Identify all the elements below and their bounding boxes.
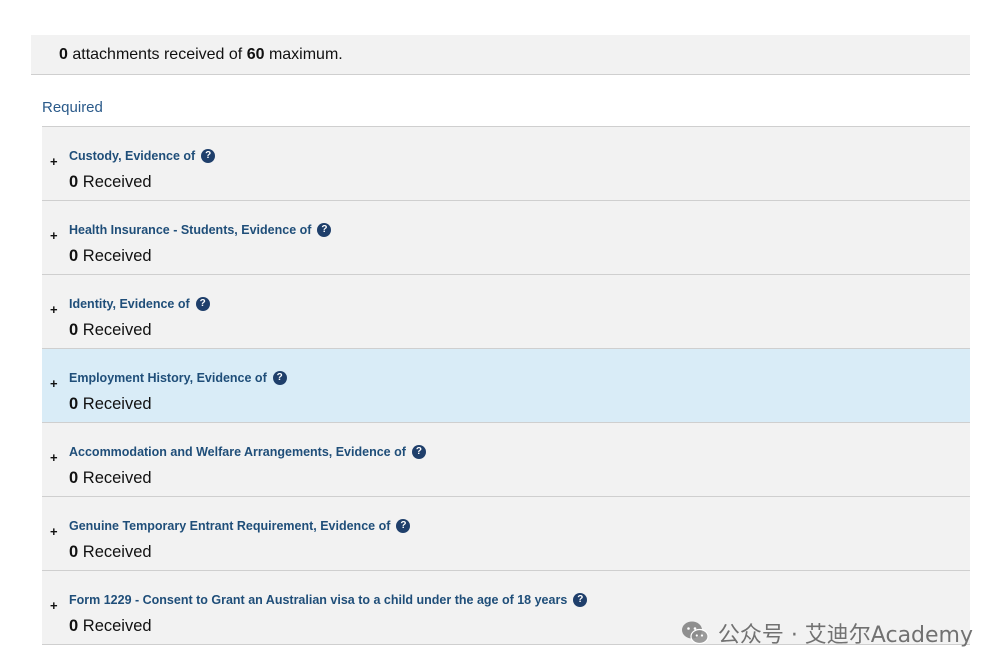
attachment-title-link[interactable]: Genuine Temporary Entrant Requirement, E… <box>69 519 390 533</box>
received-count: 0 <box>69 617 79 635</box>
maximum-count: 60 <box>246 45 265 63</box>
attachment-item-custody[interactable]: + Custody, Evidence of ? 0 Received <box>42 127 970 201</box>
summary-text-end: maximum. <box>268 45 343 63</box>
received-status: 0 Received <box>69 173 152 192</box>
plus-icon[interactable]: + <box>50 451 58 465</box>
received-count: 0 <box>69 247 79 265</box>
received-count: 0 <box>69 543 79 561</box>
attachment-title-link[interactable]: Identity, Evidence of <box>69 297 190 311</box>
attachment-title-link[interactable]: Custody, Evidence of <box>69 149 195 163</box>
received-status: 0 Received <box>69 247 152 266</box>
help-circle-icon[interactable]: ? <box>195 297 210 311</box>
attachment-title-row: Genuine Temporary Entrant Requirement, E… <box>69 519 411 533</box>
received-label: Received <box>82 321 152 339</box>
plus-icon[interactable]: + <box>50 229 58 243</box>
attachment-title-link[interactable]: Health Insurance - Students, Evidence of <box>69 223 311 237</box>
received-status: 0 Received <box>69 395 152 414</box>
attachment-title-row: Custody, Evidence of ? <box>69 149 216 163</box>
summary-text: attachments received of <box>72 45 243 63</box>
attachment-title-link[interactable]: Employment History, Evidence of <box>69 371 267 385</box>
required-attachments-list: + Custody, Evidence of ? 0 Received + He… <box>42 126 970 645</box>
received-label: Received <box>82 247 152 265</box>
attachment-title-row: Identity, Evidence of ? <box>69 297 210 311</box>
help-circle-icon[interactable]: ? <box>317 223 332 237</box>
received-count: 0 <box>69 173 79 191</box>
watermark: 公众号 · 艾迪尔Academy <box>680 617 973 649</box>
received-label: Received <box>82 469 152 487</box>
help-circle-icon[interactable]: ? <box>396 519 411 533</box>
attachment-item-health-insurance[interactable]: + Health Insurance - Students, Evidence … <box>42 201 970 275</box>
help-circle-icon[interactable]: ? <box>573 593 588 607</box>
plus-icon[interactable]: + <box>50 599 58 613</box>
received-label: Received <box>82 395 152 413</box>
attachment-title-link[interactable]: Accommodation and Welfare Arrangements, … <box>69 445 406 459</box>
watermark-text: 公众号 · 艾迪尔Academy <box>717 623 973 648</box>
attachment-title-row: Form 1229 - Consent to Grant an Australi… <box>69 593 588 607</box>
received-label: Received <box>82 543 152 561</box>
received-count: 0 <box>69 395 79 413</box>
received-count: 0 <box>69 469 79 487</box>
received-label: Received <box>82 173 152 191</box>
received-status: 0 Received <box>69 321 152 340</box>
plus-icon[interactable]: + <box>50 155 58 169</box>
attachment-item-genuine-temporary-entrant[interactable]: + Genuine Temporary Entrant Requirement,… <box>42 497 970 571</box>
attachment-title-link[interactable]: Form 1229 - Consent to Grant an Australi… <box>69 593 567 607</box>
received-count: 0 <box>69 321 79 339</box>
received-count: 0 <box>59 45 68 63</box>
plus-icon[interactable]: + <box>50 377 58 391</box>
attachment-title-row: Health Insurance - Students, Evidence of… <box>69 223 332 237</box>
plus-icon[interactable]: + <box>50 303 58 317</box>
attachment-title-row: Employment History, Evidence of ? <box>69 371 287 385</box>
received-status: 0 Received <box>69 469 152 488</box>
help-circle-icon[interactable]: ? <box>272 371 287 385</box>
help-circle-icon[interactable]: ? <box>411 445 426 459</box>
attachment-title-row: Accommodation and Welfare Arrangements, … <box>69 445 426 459</box>
received-status: 0 Received <box>69 617 152 636</box>
attachment-item-identity[interactable]: + Identity, Evidence of ? 0 Received <box>42 275 970 349</box>
help-circle-icon[interactable]: ? <box>201 149 216 163</box>
received-label: Received <box>82 617 152 635</box>
wechat-icon <box>681 621 709 645</box>
required-section-label: Required <box>42 99 103 116</box>
attachment-item-employment-history[interactable]: + Employment History, Evidence of ? 0 Re… <box>42 349 970 423</box>
plus-icon[interactable]: + <box>50 525 58 539</box>
attachments-summary: 0 attachments received of 60 maximum. <box>31 35 970 75</box>
attachments-page: 0 attachments received of 60 maximum. Re… <box>0 0 1005 671</box>
received-status: 0 Received <box>69 543 152 562</box>
attachment-item-accommodation-welfare[interactable]: + Accommodation and Welfare Arrangements… <box>42 423 970 497</box>
